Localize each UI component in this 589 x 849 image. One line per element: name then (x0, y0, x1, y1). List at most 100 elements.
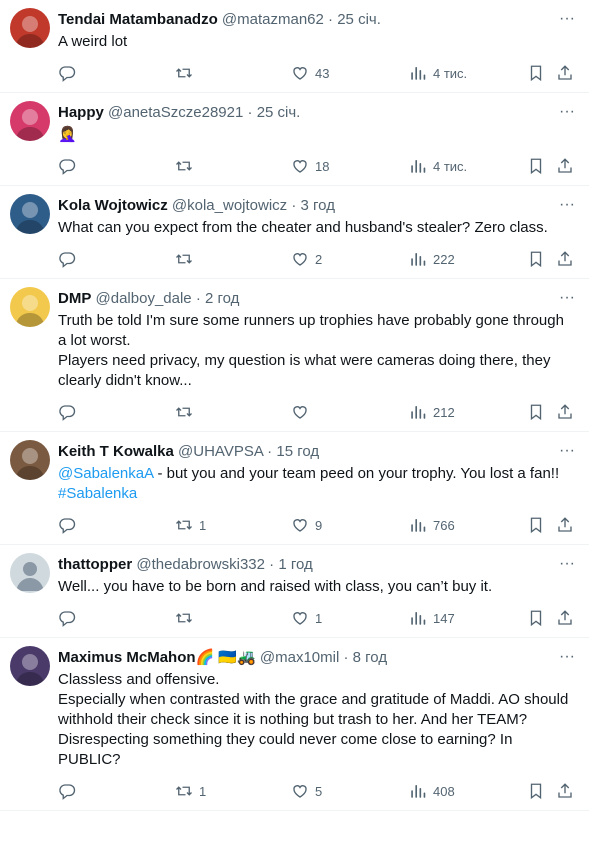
tweet[interactable]: Happy @anetaSzcze28921 · 25 січ. ··· 🤦‍♀️ 1… (0, 93, 589, 186)
like-button[interactable]: 43 (291, 63, 329, 83)
more-options-icon[interactable]: ··· (559, 555, 575, 573)
more-options-icon[interactable]: ··· (559, 103, 575, 121)
retweet-button[interactable] (175, 608, 199, 628)
author-handle[interactable]: @UHAVPSA (178, 443, 263, 460)
tweet-time[interactable]: 3 год (301, 197, 335, 214)
tweet-time[interactable]: 15 год (276, 443, 319, 460)
avatar[interactable] (10, 8, 50, 48)
author-handle[interactable]: @kola_wojtowicz (172, 197, 287, 214)
author-name[interactable]: Kola Wojtowicz (58, 197, 168, 214)
tweet-time[interactable]: 1 год (278, 556, 312, 573)
like-button[interactable]: 18 (291, 156, 329, 176)
retweet-button[interactable] (175, 63, 199, 83)
retweet-button[interactable]: 1 (175, 515, 206, 535)
share-button[interactable] (556, 781, 574, 801)
reply-button[interactable] (58, 781, 82, 801)
avatar[interactable] (10, 101, 50, 141)
mention-link[interactable]: @SabalenkaA (58, 465, 153, 482)
heart-icon (291, 403, 309, 421)
more-options-icon[interactable]: ··· (559, 289, 575, 307)
tweet[interactable]: Keith T Kowalka @UHAVPSA · 15 год ··· @Sab… (0, 432, 589, 545)
avatar[interactable] (10, 440, 50, 480)
reply-button[interactable] (58, 156, 82, 176)
bookmark-icon (527, 516, 545, 534)
reply-icon (58, 157, 76, 175)
reply-button[interactable] (58, 249, 82, 269)
hashtag-link[interactable]: #Sabalenka (58, 485, 137, 502)
author-handle[interactable]: @anetaSzcze28921 (108, 104, 243, 121)
reply-icon (58, 250, 76, 268)
tweet[interactable]: Kola Wojtowicz @kola_wojtowicz · 3 год ··… (0, 186, 589, 279)
retweet-icon (175, 157, 193, 175)
retweet-icon (175, 782, 193, 800)
avatar[interactable] (10, 553, 50, 593)
author-handle[interactable]: @thedabrowski332 (136, 556, 265, 573)
reply-button[interactable] (58, 402, 82, 422)
more-options-icon[interactable]: ··· (559, 442, 575, 460)
like-button[interactable]: 5 (291, 781, 322, 801)
tweet-time[interactable]: 25 січ. (257, 104, 301, 121)
views-button[interactable]: 222 (409, 249, 455, 269)
tweet-time[interactable]: 2 год (205, 290, 239, 307)
bookmark-button[interactable] (527, 608, 545, 628)
share-button[interactable] (556, 402, 574, 422)
views-button[interactable]: 4 тис. (409, 156, 467, 176)
tweet-text: What can you expect from the cheater and… (58, 219, 548, 236)
tweet-body: What can you expect from the cheater and… (58, 218, 573, 238)
share-button[interactable] (556, 249, 574, 269)
tweet[interactable]: Tendai Matambanadzo @matazman62 · 25 січ… (0, 0, 589, 93)
more-options-icon[interactable]: ··· (559, 196, 575, 214)
bookmark-button[interactable] (527, 63, 545, 83)
tweet[interactable]: thattopper @thedabrowski332 · 1 год ··· We… (0, 545, 589, 638)
bookmark-icon (527, 403, 545, 421)
share-button[interactable] (556, 608, 574, 628)
author-handle[interactable]: @max10mil (260, 649, 339, 666)
author-name[interactable]: Maximus McMahon🌈 🇺🇦🚜 (58, 649, 256, 666)
views-button[interactable]: 212 (409, 402, 455, 422)
retweet-icon (175, 250, 193, 268)
views-button[interactable]: 4 тис. (409, 63, 467, 83)
more-options-icon[interactable]: ··· (559, 648, 575, 666)
share-button[interactable] (556, 515, 574, 535)
bookmark-button[interactable] (527, 402, 545, 422)
like-button[interactable]: 9 (291, 515, 322, 535)
author-handle[interactable]: @dalboy_dale (96, 290, 192, 307)
author-name[interactable]: Keith T Kowalka (58, 443, 174, 460)
retweet-button[interactable]: 1 (175, 781, 206, 801)
bookmark-button[interactable] (527, 156, 545, 176)
share-button[interactable] (556, 156, 574, 176)
more-options-icon[interactable]: ··· (559, 10, 575, 28)
bookmark-button[interactable] (527, 249, 545, 269)
view-count: 147 (433, 610, 455, 626)
retweet-button[interactable] (175, 249, 199, 269)
author-name[interactable]: Happy (58, 104, 104, 121)
tweet[interactable]: Maximus McMahon🌈 🇺🇦🚜 @max10mil · 8 год ··… (0, 638, 589, 811)
bookmark-button[interactable] (527, 515, 545, 535)
tweet-text: A weird lot (58, 33, 128, 50)
views-button[interactable]: 766 (409, 515, 455, 535)
avatar[interactable] (10, 287, 50, 327)
like-button[interactable]: 2 (291, 249, 322, 269)
reply-button[interactable] (58, 63, 82, 83)
author-handle[interactable]: @matazman62 (222, 11, 324, 28)
reply-button[interactable] (58, 515, 82, 535)
views-button[interactable]: 408 (409, 781, 455, 801)
avatar[interactable] (10, 194, 50, 234)
author-name[interactable]: Tendai Matambanadzo (58, 11, 218, 28)
tweet-actions: 1 5 408 (58, 772, 573, 810)
share-button[interactable] (556, 63, 574, 83)
retweet-button[interactable] (175, 156, 199, 176)
bookmark-button[interactable] (527, 781, 545, 801)
tweet-time[interactable]: 8 год (353, 649, 387, 666)
author-name[interactable]: DMP (58, 290, 91, 307)
like-button[interactable]: 1 (291, 608, 322, 628)
reply-button[interactable] (58, 608, 82, 628)
tweet-time[interactable]: 25 січ. (337, 11, 381, 28)
tweet[interactable]: DMP @dalboy_dale · 2 год ··· Truth be told… (0, 279, 589, 432)
views-button[interactable]: 147 (409, 608, 455, 628)
like-button[interactable] (291, 402, 315, 422)
avatar[interactable] (10, 646, 50, 686)
retweet-button[interactable] (175, 402, 199, 422)
author-name[interactable]: thattopper (58, 556, 132, 573)
separator-dot: · (263, 443, 273, 460)
